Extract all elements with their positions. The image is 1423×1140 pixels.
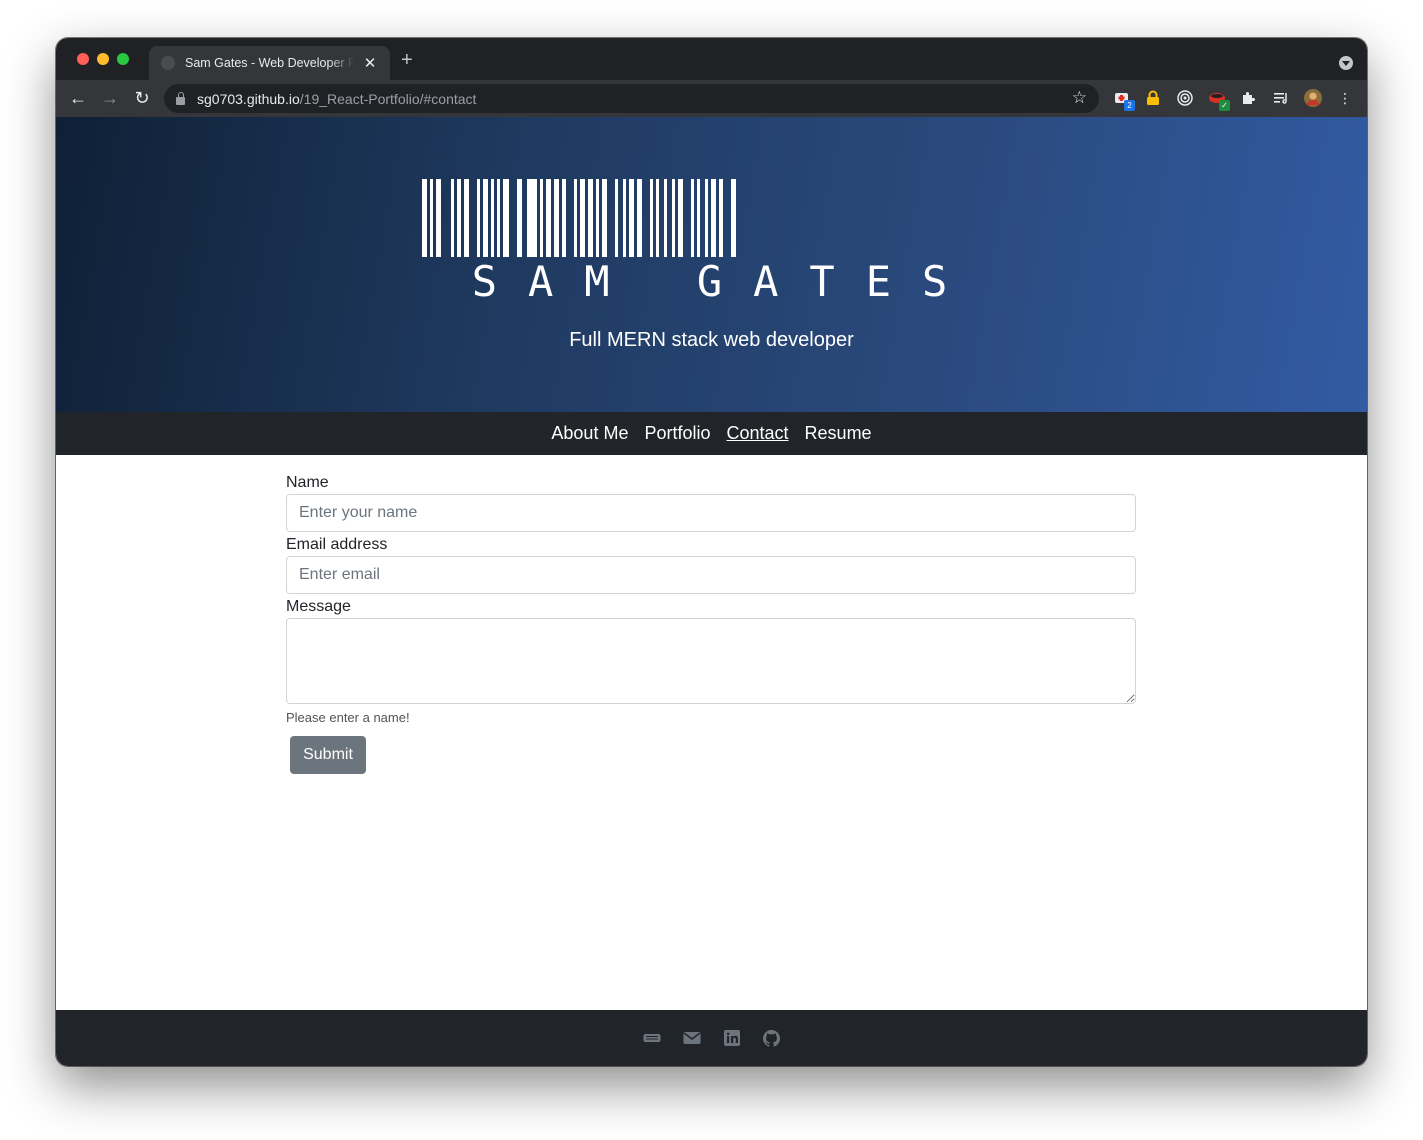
main-nav: About Me Portfolio Contact Resume bbox=[56, 412, 1367, 455]
logo-text: SAM GATES bbox=[471, 257, 979, 306]
nav-contact[interactable]: Contact bbox=[727, 423, 789, 444]
email-input[interactable] bbox=[286, 556, 1136, 594]
tab-strip: Sam Gates - Web Developer Portfolio ✕ + bbox=[56, 38, 1367, 80]
submit-button[interactable]: Submit bbox=[290, 736, 366, 774]
extension-badge: 2 bbox=[1124, 100, 1135, 111]
extension-lock-icon[interactable] bbox=[1144, 89, 1162, 107]
minimize-window-button[interactable] bbox=[97, 53, 109, 65]
lock-icon[interactable] bbox=[176, 91, 185, 105]
linkedin-icon[interactable] bbox=[723, 1029, 741, 1047]
name-label: Name bbox=[286, 474, 329, 491]
page-content: SAM GATES Full MERN stack web developer … bbox=[56, 117, 1367, 1066]
footer bbox=[56, 1010, 1367, 1066]
validation-error: Please enter a name! bbox=[286, 710, 410, 725]
github-icon[interactable] bbox=[763, 1029, 781, 1047]
globe-icon bbox=[161, 56, 175, 70]
check-icon: ✓ bbox=[1219, 100, 1230, 111]
bookmark-star-icon[interactable]: ☆ bbox=[1072, 88, 1087, 108]
barcode-logo bbox=[422, 179, 736, 257]
profile-avatar[interactable] bbox=[1304, 89, 1322, 107]
email-label: Email address bbox=[286, 536, 388, 553]
message-label: Message bbox=[286, 598, 351, 615]
back-arrow-icon[interactable]: ← bbox=[67, 88, 89, 108]
close-icon[interactable]: ✕ bbox=[362, 54, 378, 72]
forward-arrow-icon[interactable]: → bbox=[99, 88, 121, 108]
browser-menu-icon[interactable]: ⋮ bbox=[1336, 89, 1354, 107]
keyboard-icon[interactable] bbox=[643, 1029, 661, 1047]
tagline: Full MERN stack web developer bbox=[569, 329, 854, 351]
close-window-button[interactable] bbox=[77, 53, 89, 65]
name-input[interactable] bbox=[286, 494, 1136, 532]
extension-redux-icon[interactable]: ✓ bbox=[1208, 89, 1230, 111]
nav-resume[interactable]: Resume bbox=[805, 423, 872, 444]
extension-target-icon[interactable] bbox=[1176, 89, 1194, 107]
new-tab-button[interactable]: + bbox=[401, 50, 413, 70]
email-icon[interactable] bbox=[683, 1029, 701, 1047]
nav-portfolio[interactable]: Portfolio bbox=[644, 423, 710, 444]
url-path: /19_React-Portfolio/#contact bbox=[299, 90, 477, 107]
extensions-puzzle-icon[interactable] bbox=[1240, 89, 1258, 107]
browser-window: Sam Gates - Web Developer Portfolio ✕ + … bbox=[56, 38, 1367, 1066]
tab-title: Sam Gates - Web Developer Portfolio bbox=[185, 56, 354, 70]
contact-form: Name Email address Message Please enter … bbox=[286, 472, 1137, 774]
reload-icon[interactable]: ↻ bbox=[131, 88, 153, 108]
url-host: sg0703.github.io bbox=[197, 90, 300, 107]
tab-search-icon[interactable] bbox=[1339, 56, 1353, 70]
hero-header: SAM GATES Full MERN stack web developer bbox=[56, 117, 1367, 412]
nav-about-me[interactable]: About Me bbox=[551, 423, 628, 444]
browser-toolbar: ← → ↻ sg0703.github.io/19_React-Portfoli… bbox=[56, 80, 1367, 117]
maximize-window-button[interactable] bbox=[117, 53, 129, 65]
address-bar[interactable]: sg0703.github.io/19_React-Portfolio/#con… bbox=[164, 84, 1099, 113]
message-textarea[interactable] bbox=[286, 618, 1136, 704]
reading-list-icon[interactable] bbox=[1272, 89, 1290, 107]
browser-tab[interactable]: Sam Gates - Web Developer Portfolio ✕ bbox=[149, 46, 390, 80]
extension-translate-icon[interactable]: 2 bbox=[1113, 89, 1135, 111]
